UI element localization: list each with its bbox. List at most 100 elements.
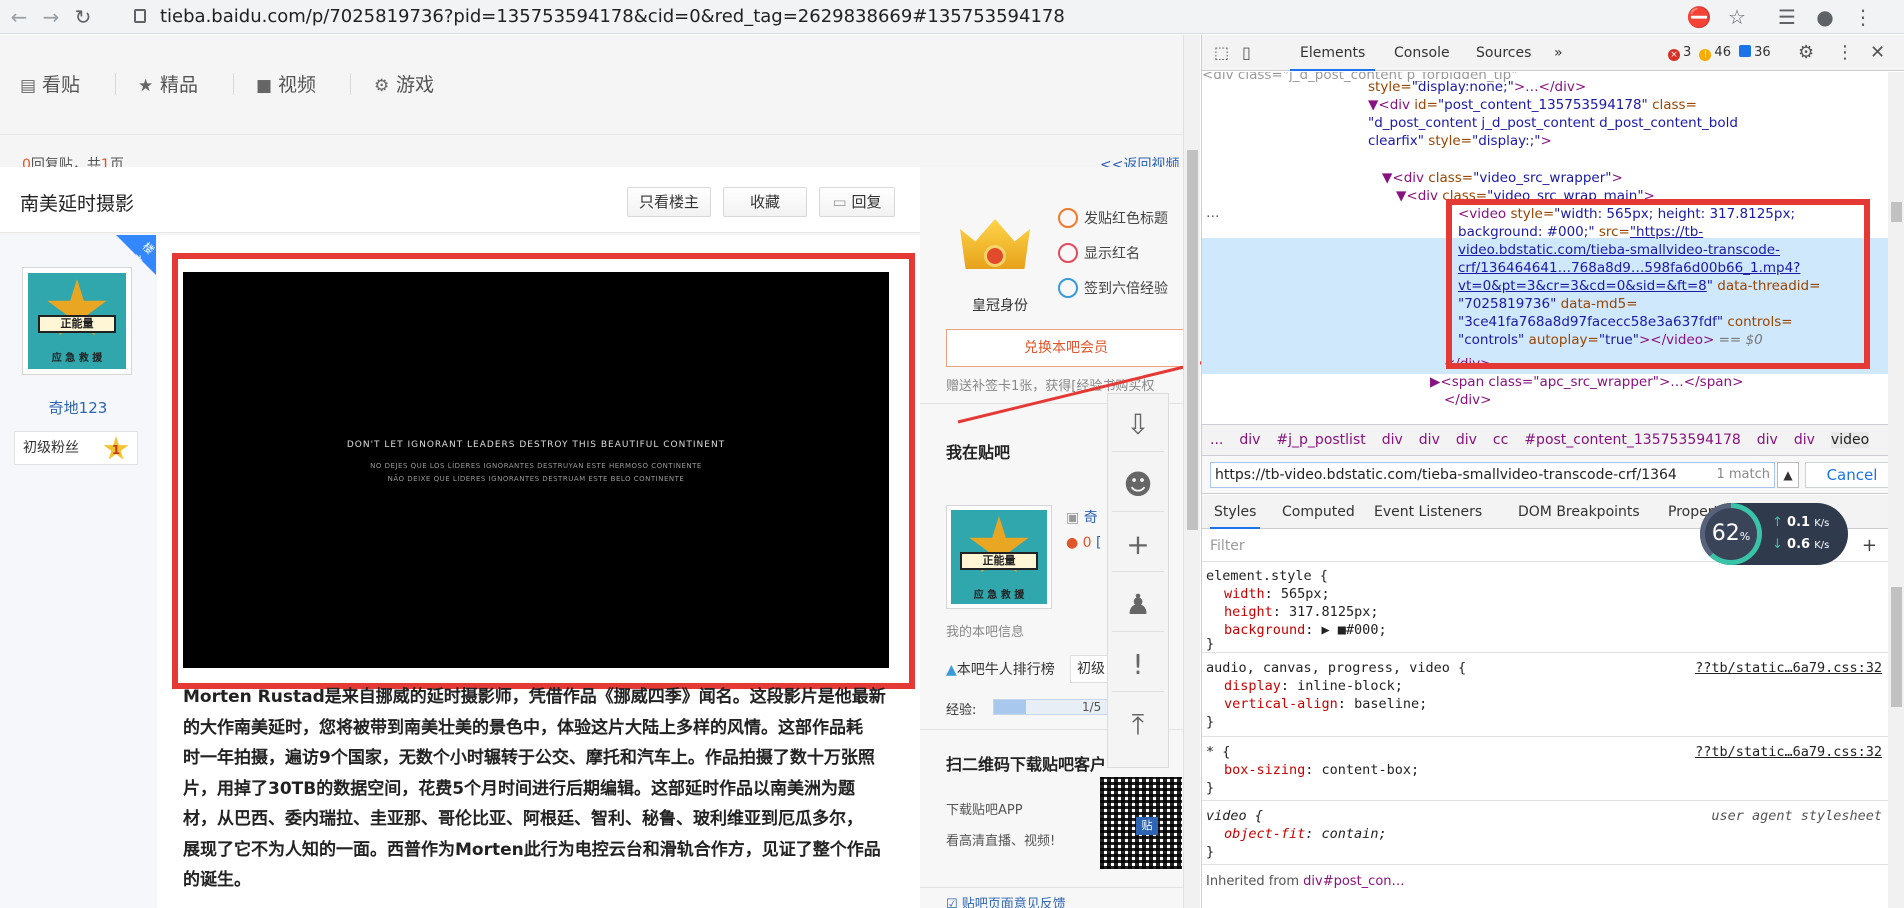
tab-sources[interactable]: Sources bbox=[1476, 35, 1531, 71]
attr-value: "d_post_content j_d_post_content d_post_… bbox=[1368, 115, 1738, 131]
match-count: 1 match bbox=[1712, 463, 1770, 487]
attr-name: class= bbox=[1647, 97, 1697, 113]
tab-styles[interactable]: Styles bbox=[1210, 495, 1261, 529]
tree-line-apc-span[interactable]: ▶<span class="apc_src_wrapper">…</span> bbox=[1430, 373, 1743, 391]
network-speed-widget[interactable]: 62% ↑ 0.1 K/s ↓ 0.6 K/s bbox=[1700, 503, 1848, 565]
crumb[interactable]: div bbox=[1757, 432, 1778, 448]
node-ellipsis[interactable]: … bbox=[1206, 204, 1220, 222]
devtools-panel: ⬚ ▯ Elements Console Sources » × 3 ! 46 36… bbox=[1201, 35, 1904, 908]
tree-line: "d_post_content j_d_post_content d_post_… bbox=[1368, 114, 1738, 132]
rule-close: } bbox=[1206, 780, 1215, 796]
crumb[interactable]: div bbox=[1239, 432, 1260, 448]
tab-event-listeners[interactable]: Event Listeners bbox=[1374, 495, 1482, 529]
prop-name: vertical-align bbox=[1224, 696, 1338, 712]
styles-scroll-thumb[interactable] bbox=[1891, 587, 1902, 707]
error-count: 3 bbox=[1683, 45, 1692, 60]
error-icon: × bbox=[1668, 49, 1680, 61]
download-unit: K/s bbox=[1814, 540, 1830, 551]
tag-name: ▼<div bbox=[1382, 170, 1429, 186]
download-value: 0.6 bbox=[1787, 537, 1811, 552]
prop-name: width bbox=[1224, 586, 1265, 602]
close-icon[interactable]: ✕ bbox=[1870, 35, 1885, 71]
tree-line[interactable]: style="display:none;">…</div> bbox=[1368, 78, 1586, 96]
new-rule-icon[interactable]: + bbox=[1862, 530, 1877, 562]
settings-gear-icon[interactable]: ⚙ bbox=[1798, 35, 1814, 71]
rule-video-display: audio, canvas, progress, video { ??tb/st… bbox=[1202, 655, 1888, 737]
more-tabs[interactable]: » bbox=[1554, 35, 1563, 71]
rule-source-link[interactable]: ??tb/static…6a79.css:32 bbox=[1695, 743, 1882, 762]
tag-name: ▼<div bbox=[1396, 188, 1443, 204]
style-property[interactable]: height: 317.8125px; bbox=[1224, 603, 1378, 622]
prop-name: box-sizing bbox=[1224, 762, 1306, 778]
upload-speed: ↑ 0.1 K/s bbox=[1772, 515, 1829, 530]
device-toolbar-icon[interactable]: ▯ bbox=[1242, 35, 1251, 71]
devtools-scrollbar[interactable] bbox=[1888, 72, 1904, 908]
rule-selector: video { bbox=[1206, 808, 1263, 824]
rule-selector: audio, canvas, progress, video { bbox=[1206, 660, 1467, 676]
crumb[interactable]: #j_p_postlist bbox=[1276, 432, 1365, 448]
prop-name: background bbox=[1224, 622, 1306, 638]
devtools-menu-icon[interactable]: ⋮ bbox=[1836, 35, 1854, 71]
attr-name: style= bbox=[1424, 133, 1472, 149]
message-count: 36 bbox=[1754, 45, 1771, 60]
tab-console[interactable]: Console bbox=[1394, 35, 1450, 71]
rule-universal: * { ??tb/static…6a79.css:32 box-sizing: … bbox=[1202, 739, 1888, 801]
tag-tail: > bbox=[1611, 170, 1623, 186]
prev-match-icon[interactable]: ▲ bbox=[1777, 462, 1799, 488]
screen: ← → ↻ tieba.baidu.com/p/7025819736?pid=1… bbox=[0, 0, 1904, 908]
rule-element-style: element.style { width: 565px; height: 31… bbox=[1202, 563, 1888, 653]
crumb[interactable]: div bbox=[1419, 432, 1440, 448]
inherited-label: Inherited from bbox=[1206, 874, 1304, 889]
usage-value: 62 bbox=[1711, 521, 1740, 546]
tab-computed[interactable]: Computed bbox=[1282, 495, 1355, 529]
prop-name: object-fit bbox=[1224, 826, 1306, 842]
style-property[interactable]: box-sizing: content-box; bbox=[1224, 761, 1419, 780]
prop-value: inline-block; bbox=[1297, 678, 1403, 694]
inspect-element-icon[interactable]: ⬚ bbox=[1214, 35, 1229, 71]
dom-breadcrumb: ... div #j_p_postlist div div div cc #post_cont… bbox=[1202, 424, 1904, 456]
tree-line-video-wrapper[interactable]: ▼<div class="video_src_wrapper"> bbox=[1382, 169, 1623, 187]
rule-selector: * { bbox=[1206, 744, 1231, 760]
attr-name: style= bbox=[1368, 79, 1412, 95]
tab-elements[interactable]: Elements bbox=[1290, 35, 1376, 71]
attr-name: id= bbox=[1414, 97, 1438, 113]
crumb[interactable]: div bbox=[1382, 432, 1403, 448]
rule-source-link[interactable]: ??tb/static…6a79.css:32 bbox=[1695, 659, 1882, 678]
rule-close: } bbox=[1206, 636, 1215, 652]
cancel-button[interactable]: Cancel bbox=[1805, 462, 1899, 488]
prop-value: 565px; bbox=[1280, 586, 1330, 602]
page-scrollbar[interactable] bbox=[1183, 35, 1200, 908]
crumb[interactable]: div bbox=[1456, 432, 1477, 448]
find-bar: https://tb-video.bdstatic.com/tieba-smal… bbox=[1202, 456, 1904, 494]
crumb-active[interactable]: video bbox=[1830, 432, 1870, 448]
crumb[interactable]: #post_content_135753594178 bbox=[1524, 432, 1740, 448]
style-property: object-fit: contain; bbox=[1224, 826, 1387, 842]
crumb[interactable]: div bbox=[1794, 432, 1815, 448]
tree-line-post-content[interactable]: ▼<div id="post_content_135753594178" cla… bbox=[1368, 96, 1697, 114]
attr-value: clearfix" bbox=[1368, 133, 1425, 149]
style-property[interactable]: vertical-align: baseline; bbox=[1224, 695, 1427, 714]
issue-counters[interactable]: × 3 ! 46 36 bbox=[1668, 45, 1771, 61]
style-property[interactable]: width: 565px; bbox=[1224, 585, 1330, 604]
tree-line: clearfix" style="display:;"> bbox=[1368, 132, 1552, 150]
rule-selector: element.style { bbox=[1206, 568, 1328, 584]
tag-tail: > bbox=[1540, 133, 1552, 149]
attr-value: "post_content_135753594178" bbox=[1437, 97, 1648, 113]
inherited-node[interactable]: div#post_con… bbox=[1303, 874, 1404, 889]
rule-close: } bbox=[1206, 844, 1215, 860]
prop-name: height bbox=[1224, 604, 1273, 620]
crumb[interactable]: ... bbox=[1210, 432, 1223, 448]
style-property[interactable]: display: inline-block; bbox=[1224, 677, 1403, 696]
tab-dom-breakpoints[interactable]: DOM Breakpoints bbox=[1518, 495, 1640, 529]
prop-value: 317.8125px; bbox=[1289, 604, 1379, 620]
page-scroll-thumb[interactable] bbox=[1187, 150, 1198, 530]
attr-value: "display:none;" bbox=[1411, 79, 1514, 95]
upload-arrow-icon: ↑ bbox=[1772, 515, 1788, 530]
highlight-box-video-node bbox=[1446, 199, 1870, 369]
tree-line-close-div[interactable]: </div> bbox=[1444, 391, 1491, 409]
tree-scroll-thumb[interactable] bbox=[1891, 202, 1902, 222]
crumb[interactable]: cc bbox=[1493, 432, 1508, 448]
filter-placeholder: Filter bbox=[1210, 538, 1245, 554]
style-property[interactable]: background: ▶ ■#000; bbox=[1224, 621, 1387, 640]
find-input[interactable]: https://tb-video.bdstatic.com/tieba-smal… bbox=[1210, 462, 1775, 488]
